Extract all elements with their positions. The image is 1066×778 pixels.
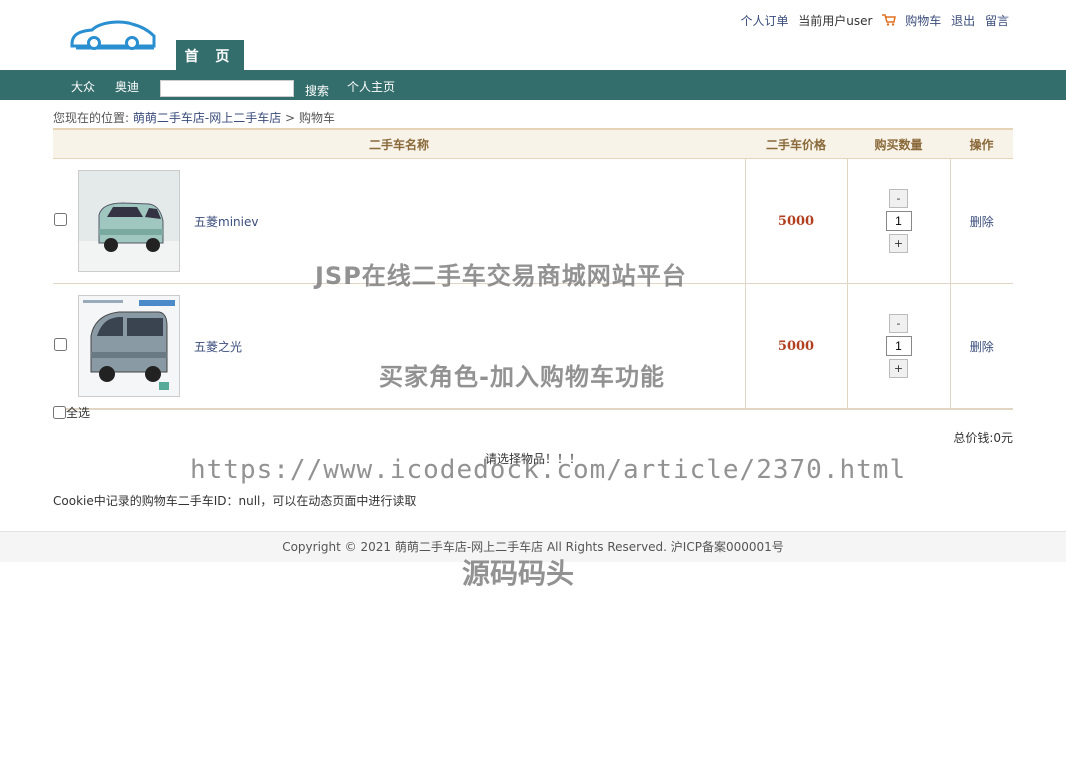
cart-link-label: 购物车 [905,14,942,28]
top-links: 个人订单 当前用户user 购物车 退出 留言 [734,12,1009,29]
tab-home[interactable]: 首 页 [176,40,244,70]
col-header-price: 二手车价格 [745,128,847,159]
row-checkbox[interactable] [54,338,67,351]
row-check-cell [53,158,77,284]
current-user-label: 当前用户user [798,14,873,28]
product-image-miniev[interactable] [78,170,180,272]
breadcrumb-separator: > [285,111,296,125]
row-price: 5000 [744,283,847,410]
message-link[interactable]: 留言 [985,14,1009,28]
cart-icon [882,14,897,26]
row-qty-cell: - + [846,283,950,410]
col-header-qty: 购买数量 [847,128,950,159]
search-input[interactable] [160,80,294,97]
qty-input[interactable] [885,336,912,356]
row-op-cell: 删除 [949,283,1013,410]
qty-plus-button[interactable]: + [889,234,908,253]
breadcrumb-site-link[interactable]: 萌萌二手车店-网上二手车店 [133,111,281,125]
qty-minus-button[interactable]: - [889,189,908,208]
row-check-cell [53,283,77,410]
car-logo-icon[interactable] [70,18,156,54]
logout-link[interactable]: 退出 [951,14,975,28]
qty-input[interactable] [885,211,912,231]
product-name-link[interactable]: 五菱miniev [194,213,258,230]
watermark-url: https://www.icodedock.com/article/2370.h… [190,455,907,485]
cart-header-row: 二手车名称 二手车价格 购买数量 操作 [53,128,1013,159]
delete-link[interactable]: 删除 [970,215,994,229]
total-price: 总价钱:0元 [953,431,1013,445]
watermark-brand: 源码码头 [462,557,575,590]
breadcrumb-current: 购物车 [298,111,335,125]
orders-link[interactable]: 个人订单 [740,14,788,28]
qty-plus-button[interactable]: + [889,359,908,378]
select-all-label: 全选 [66,406,91,420]
watermark-subtitle: 买家角色-加入购物车功能 [379,363,665,391]
watermark-title: JSP在线二手车交易商城网站平台 [315,262,687,290]
nav-item-dazhong[interactable]: 大众 [71,78,95,95]
row-qty-cell: - + [846,158,950,284]
row-checkbox[interactable] [54,213,67,226]
delete-link[interactable]: 删除 [970,340,994,354]
select-all-checkbox[interactable] [53,406,66,419]
cart-link[interactable]: 购物车 [882,14,941,28]
row-price: 5000 [744,158,847,284]
cookie-info: Cookie中记录的购物车二手车ID：null，可以在动态页面中进行读取 [53,494,417,508]
select-all: 全选 [53,404,90,421]
row-op-cell: 删除 [949,158,1013,284]
col-header-name: 二手车名称 [53,128,745,159]
product-name-link[interactable]: 五菱之光 [194,338,242,355]
header: 首 页 个人订单 当前用户user 购物车 退出 留言 [0,0,1066,70]
breadcrumb-prefix: 您现在的位置: [53,111,130,125]
product-image-zhiguang[interactable] [78,295,180,397]
breadcrumb: 您现在的位置: 萌萌二手车店-网上二手车店 > 购物车 [53,109,335,126]
search-button[interactable]: 搜索 [305,82,329,99]
nav-item-audi[interactable]: 奥迪 [115,78,139,95]
qty-minus-button[interactable]: - [889,314,908,333]
col-header-op: 操作 [950,128,1013,159]
nav-item-home[interactable]: 个人主页 [347,78,395,95]
nav-bar: 大众 奥迪 搜索 个人主页 [0,70,1066,100]
